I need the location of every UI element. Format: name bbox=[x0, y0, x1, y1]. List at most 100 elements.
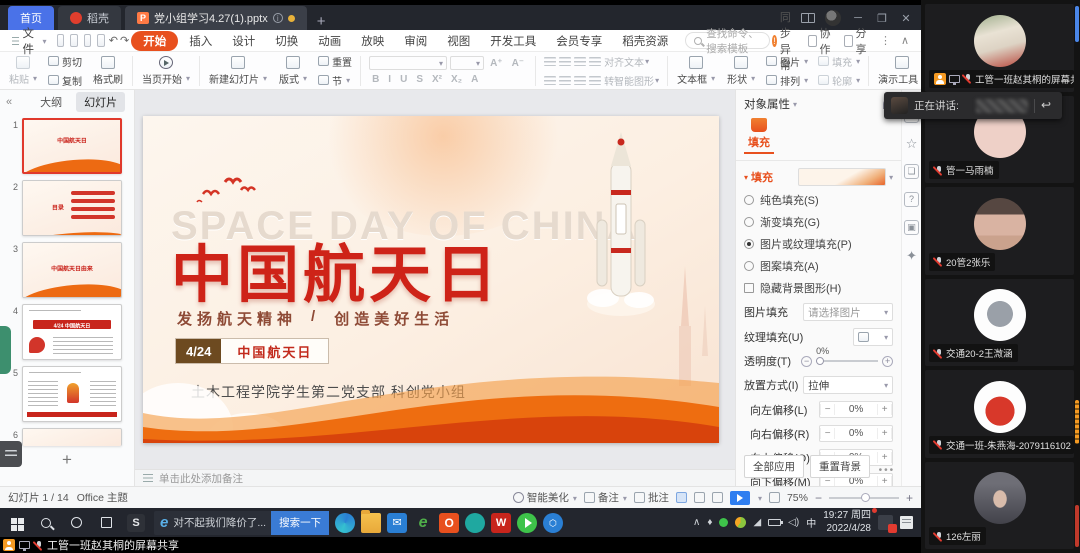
smart-beautify-button[interactable]: 智能美化 bbox=[513, 490, 577, 505]
offset-left-stepper[interactable]: − 0% + bbox=[819, 401, 893, 418]
option-pattern-fill[interactable]: 图案填充(A) bbox=[744, 258, 893, 274]
new-slide-button[interactable]: 新建幻灯片 bbox=[204, 56, 272, 86]
redo-icon[interactable]: ↷ bbox=[120, 34, 129, 47]
align-left-icon[interactable] bbox=[544, 76, 556, 85]
strikethrough-button[interactable]: S bbox=[413, 74, 426, 85]
menu-tab-devtools[interactable]: 开发工具 bbox=[481, 31, 545, 51]
collapse-panel-button[interactable]: « bbox=[6, 96, 12, 108]
plus-icon[interactable]: + bbox=[877, 404, 892, 415]
slide-thumbnail-4[interactable]: 4/24 中国航天日 bbox=[22, 304, 122, 360]
decrease-font-button[interactable]: A⁻ bbox=[509, 58, 528, 69]
zoom-in-button[interactable]: + bbox=[906, 491, 913, 505]
slide-title[interactable]: 中国航天日 bbox=[171, 224, 501, 314]
indent-increase-icon[interactable] bbox=[589, 57, 601, 66]
collab-button[interactable]: 协作 bbox=[808, 25, 834, 57]
option-solid-fill[interactable]: 纯色填充(S) bbox=[744, 192, 893, 208]
plus-icon[interactable]: + bbox=[877, 452, 892, 463]
volume-icon[interactable]: ◁) bbox=[788, 517, 799, 528]
collapse-ribbon-icon[interactable] bbox=[901, 34, 909, 47]
text-box-button[interactable]: 文本框 bbox=[672, 56, 720, 86]
normal-view-button[interactable] bbox=[676, 492, 687, 503]
reset-background-button[interactable]: 重置背景 bbox=[810, 455, 870, 478]
print-icon[interactable] bbox=[84, 34, 92, 47]
zoom-percentage[interactable]: 75% bbox=[787, 492, 808, 504]
transparency-slider[interactable]: − 0% + bbox=[801, 356, 893, 367]
microphone-tray-icon[interactable]: ♦ bbox=[707, 517, 712, 528]
slide-thumbnail-5[interactable] bbox=[22, 366, 122, 422]
placement-select[interactable]: 拉伸 bbox=[803, 376, 893, 394]
browser-app-icon[interactable] bbox=[413, 513, 433, 533]
news-search-widget[interactable]: e 对不起我们降价了... 搜索一下 bbox=[154, 511, 329, 535]
present-tools-button[interactable]: 演示工具 bbox=[873, 56, 921, 86]
reset-button[interactable]: 重置 bbox=[318, 54, 352, 69]
slider-thumb[interactable] bbox=[816, 357, 824, 365]
undo-icon[interactable]: ↶ bbox=[109, 34, 118, 47]
picture-button[interactable]: 图片 bbox=[766, 54, 808, 69]
file-menu[interactable]: 文件 bbox=[6, 25, 53, 57]
doc-info-icon[interactable] bbox=[273, 13, 283, 23]
meeting-app-icon[interactable] bbox=[465, 513, 485, 533]
preview-icon[interactable] bbox=[97, 34, 105, 47]
effects-icon[interactable]: ✦ bbox=[904, 248, 919, 263]
green-status-icon[interactable] bbox=[719, 518, 728, 527]
tab-slides[interactable]: 幻灯片 bbox=[76, 92, 125, 112]
section-button[interactable]: 节 bbox=[318, 73, 352, 88]
cortana-button[interactable] bbox=[64, 511, 88, 535]
save-icon[interactable] bbox=[57, 34, 65, 47]
minus-icon[interactable]: − bbox=[801, 356, 812, 367]
indent-decrease-icon[interactable] bbox=[574, 57, 586, 66]
plus-icon[interactable]: + bbox=[877, 428, 892, 439]
bullet-list-icon[interactable] bbox=[544, 57, 556, 66]
format-painter-button[interactable]: 格式刷 bbox=[88, 56, 128, 86]
zoom-slider-thumb[interactable] bbox=[861, 493, 870, 502]
slide-thumbnail-1[interactable]: 中国航天日 bbox=[22, 118, 122, 174]
play-current-button[interactable]: 当页开始 bbox=[137, 56, 195, 86]
animation-pane-icon[interactable]: ❏ bbox=[904, 164, 919, 179]
layout-button[interactable]: 版式 bbox=[274, 56, 312, 86]
tab-outline[interactable]: 大纲 bbox=[32, 92, 70, 112]
participant-tile-5[interactable]: 交通一班-朱燕海-2079116102 bbox=[925, 370, 1074, 458]
option-picture-fill[interactable]: 图片或纹理填充(P) bbox=[744, 236, 893, 252]
fill-section-toggle[interactable]: 填充 bbox=[744, 169, 773, 185]
outline-button[interactable]: 轮廓 bbox=[818, 73, 860, 88]
slide-thumbnail-6[interactable] bbox=[22, 428, 122, 446]
slide-thumbnail-2[interactable]: 目录 bbox=[22, 180, 122, 236]
menu-tab-animation[interactable]: 动画 bbox=[309, 31, 350, 51]
apply-all-button[interactable]: 全部应用 bbox=[744, 455, 804, 478]
participant-tile-4[interactable]: 交通20-2王溦涵 bbox=[925, 279, 1074, 367]
fill-tab[interactable]: 填充 bbox=[744, 118, 774, 154]
battery-icon[interactable] bbox=[768, 519, 781, 526]
fit-window-icon[interactable] bbox=[769, 492, 780, 503]
ime-indicator[interactable]: 中 bbox=[806, 515, 816, 530]
align-center-icon[interactable] bbox=[559, 76, 571, 85]
share-button[interactable]: 分享 bbox=[844, 25, 870, 57]
superscript-button[interactable]: X² bbox=[429, 74, 445, 85]
export-icon[interactable] bbox=[70, 34, 78, 47]
participant-tile-3[interactable]: 20管2张乐 bbox=[925, 187, 1074, 275]
cut-button[interactable]: 剪切 bbox=[48, 54, 82, 69]
menu-tab-design[interactable]: 设计 bbox=[223, 31, 264, 51]
reply-arrow-icon[interactable] bbox=[1041, 100, 1055, 112]
image-tools-icon[interactable]: ▣ bbox=[904, 220, 919, 235]
bold-button[interactable]: B bbox=[369, 74, 382, 85]
underline-button[interactable]: U bbox=[397, 74, 410, 85]
offset-right-stepper[interactable]: − 0% + bbox=[819, 425, 893, 442]
star-recommend-icon[interactable]: ☆ bbox=[904, 136, 919, 151]
app-s-logo[interactable] bbox=[124, 511, 148, 535]
smart-graphic-button[interactable]: 转智能图形 bbox=[604, 73, 659, 88]
tab-document[interactable]: 党小组学习4.27(1).pptx bbox=[125, 6, 307, 30]
align-text-button[interactable]: 对齐文本 bbox=[604, 54, 649, 69]
sticky-notes-icon[interactable] bbox=[900, 516, 913, 529]
new-tab-button[interactable]: + bbox=[307, 13, 336, 30]
menu-tab-home[interactable]: 开始 bbox=[131, 31, 178, 51]
floating-sidebar-handle[interactable] bbox=[0, 326, 11, 374]
number-list-icon[interactable] bbox=[559, 57, 571, 66]
notes-button[interactable]: 备注 bbox=[584, 490, 627, 505]
justify-icon[interactable] bbox=[589, 76, 601, 85]
widget-search-button[interactable]: 搜索一下 bbox=[271, 511, 329, 535]
subscript-button[interactable]: X₂ bbox=[448, 74, 465, 85]
fill-preview-dropdown[interactable] bbox=[798, 168, 893, 186]
participant-tile-6[interactable]: 126左丽 bbox=[925, 462, 1074, 550]
video-app-icon[interactable] bbox=[517, 513, 537, 533]
italic-button[interactable]: I bbox=[385, 74, 394, 85]
